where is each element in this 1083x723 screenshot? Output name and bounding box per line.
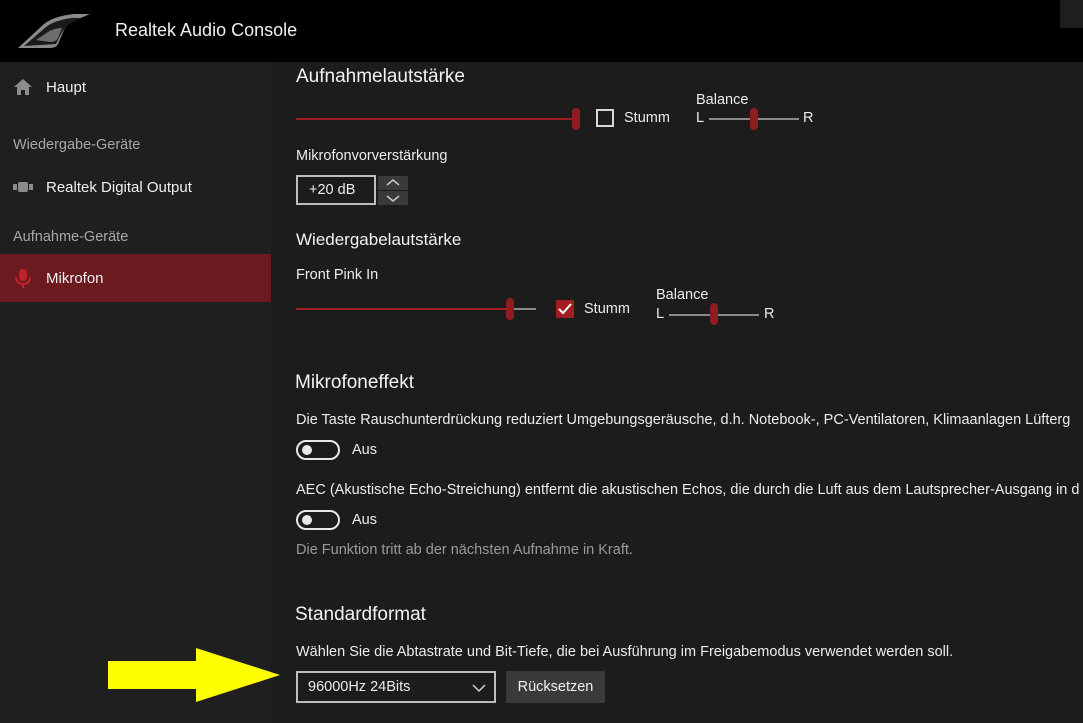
sidebar-item-microphone[interactable]: Mikrofon xyxy=(0,254,271,302)
playback-balance-right: R xyxy=(764,306,775,322)
sidebar-item-label: Mikrofon xyxy=(46,269,104,287)
rog-logo xyxy=(18,14,90,48)
microphone-icon xyxy=(15,269,31,288)
sample-rate-value: 96000Hz 24Bits xyxy=(308,679,411,695)
sidebar-item-digital-output[interactable]: Realtek Digital Output xyxy=(0,164,271,210)
playback-mute-checkbox[interactable] xyxy=(556,300,574,318)
window-control[interactable] xyxy=(1060,0,1083,28)
mic-boost-field[interactable]: +20 dB xyxy=(296,175,376,205)
reset-button[interactable]: Rücksetzen xyxy=(506,671,605,703)
noise-suppression-state: Aus xyxy=(352,442,377,458)
recording-balance-right: R xyxy=(803,110,814,126)
recording-balance-label: Balance xyxy=(696,92,749,108)
mic-boost-value: +20 dB xyxy=(309,182,356,198)
aec-toggle[interactable] xyxy=(296,510,340,530)
sidebar-section-playback: Wiedergabe-Geräte xyxy=(13,137,141,153)
playback-balance-label: Balance xyxy=(656,287,709,303)
playback-volume-thumb[interactable] xyxy=(505,298,514,320)
mic-boost-label: Mikrofonvorverstärkung xyxy=(296,148,448,164)
playback-volume-heading: Wiedergabelautstärke xyxy=(296,230,462,249)
toggle-knob xyxy=(302,515,312,525)
playback-volume-fill xyxy=(296,308,510,310)
recording-volume-thumb[interactable] xyxy=(572,108,580,130)
recording-volume-slider[interactable] xyxy=(296,118,576,120)
sidebar-item-home[interactable]: Haupt xyxy=(0,64,271,110)
recording-volume-heading: Aufnahmelautstärke xyxy=(296,66,465,87)
playback-mute-label: Stumm xyxy=(584,301,630,317)
aec-state: Aus xyxy=(352,512,377,528)
toggle-knob xyxy=(302,445,312,455)
aec-description: AEC (Akustische Echo-Streichung) entfern… xyxy=(296,482,1080,498)
recording-balance-thumb[interactable] xyxy=(750,108,758,130)
sidebar-item-label: Haupt xyxy=(46,78,87,96)
chevron-up-icon xyxy=(386,179,400,186)
content-panel: Aufnahmelautstärke Stumm Balance L R Mik… xyxy=(271,62,1083,723)
chevron-down-icon xyxy=(386,195,400,202)
default-format-description: Wählen Sie die Abtastrate und Bit-Tiefe,… xyxy=(296,644,954,660)
chevron-down-icon xyxy=(472,684,486,693)
sample-rate-select[interactable]: 96000Hz 24Bits xyxy=(296,671,496,703)
sidebar-section-recording: Aufnahme-Geräte xyxy=(13,229,129,245)
title-bar: Realtek Audio Console xyxy=(0,0,1083,62)
recording-mute-checkbox[interactable] xyxy=(596,109,614,127)
recording-mute-label: Stumm xyxy=(624,110,670,126)
default-format-heading: Standardformat xyxy=(295,604,426,625)
mic-effect-heading: Mikrofoneffekt xyxy=(295,372,414,393)
mic-boost-decrease-button[interactable] xyxy=(378,191,408,205)
checkmark-icon xyxy=(558,303,572,315)
speaker-device-icon xyxy=(13,182,33,192)
noise-suppression-description: Die Taste Rauschunterdrückung reduziert … xyxy=(296,412,1071,428)
yellow-arrow-annotation xyxy=(108,648,280,702)
effect-note: Die Funktion tritt ab der nächsten Aufna… xyxy=(296,542,633,558)
playback-source-label: Front Pink In xyxy=(296,267,379,283)
mic-boost-increase-button[interactable] xyxy=(378,176,408,190)
noise-suppression-toggle[interactable] xyxy=(296,440,340,460)
sidebar: Haupt Wiedergabe-Geräte Realtek Digital … xyxy=(0,62,271,723)
app-title: Realtek Audio Console xyxy=(115,20,298,40)
home-icon xyxy=(14,79,32,95)
playback-balance-thumb[interactable] xyxy=(710,303,718,325)
recording-balance-left: L xyxy=(696,110,705,126)
sidebar-item-label: Realtek Digital Output xyxy=(46,178,192,196)
playback-balance-left: L xyxy=(656,306,665,322)
